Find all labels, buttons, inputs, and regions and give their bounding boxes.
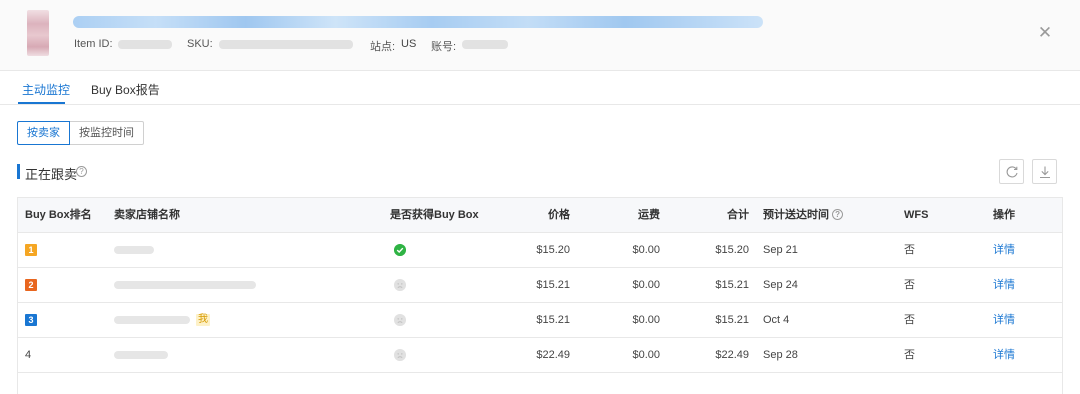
col-wfs: WFS bbox=[904, 209, 929, 221]
product-thumbnail bbox=[27, 10, 49, 56]
details-link[interactable]: 详情 bbox=[993, 268, 1015, 302]
account-value-redacted bbox=[462, 40, 508, 49]
wfs-cell: 否 bbox=[904, 314, 915, 326]
sad-face-icon bbox=[394, 314, 406, 327]
shipping-cell: $0.00 bbox=[632, 314, 660, 326]
wfs-cell: 否 bbox=[904, 349, 915, 361]
table-row: 3 我 $15.21 $0.00 $15.21 Oct 4 否 详情 bbox=[18, 303, 1062, 338]
active-tab-indicator bbox=[18, 102, 65, 104]
delivery-cell: Oct 4 bbox=[763, 314, 790, 326]
table-row: 4 $22.49 $0.00 $22.49 Sep 28 否 详情 bbox=[18, 338, 1062, 373]
total-cell: $22.49 bbox=[715, 349, 749, 361]
col-shipping: 运费 bbox=[638, 209, 660, 221]
seller-name-redacted bbox=[114, 351, 168, 360]
total-cell: $15.21 bbox=[715, 279, 749, 291]
delivery-cell: Sep 28 bbox=[763, 349, 798, 361]
total-cell: $15.21 bbox=[715, 314, 749, 326]
shipping-cell: $0.00 bbox=[632, 349, 660, 361]
close-icon[interactable]: ✕ bbox=[1036, 24, 1054, 42]
col-won-buy-box: 是否获得Buy Box bbox=[390, 209, 479, 221]
seller-name-cell[interactable] bbox=[114, 233, 154, 267]
tab-buy-box-report[interactable]: Buy Box报告 bbox=[91, 81, 160, 98]
rank-cell: 3 bbox=[25, 303, 37, 337]
price-cell: $22.49 bbox=[536, 349, 570, 361]
sku-label: SKU: bbox=[187, 38, 213, 50]
total-cell: $15.20 bbox=[715, 244, 749, 256]
price-cell: $15.20 bbox=[536, 244, 570, 256]
wfs-cell: 否 bbox=[904, 244, 915, 256]
seller-name-redacted bbox=[114, 246, 154, 255]
seller-name-cell[interactable]: 我 bbox=[114, 303, 210, 337]
item-header: Item ID: SKU: 站点: US 账号: ✕ bbox=[0, 0, 1080, 71]
col-price: 价格 bbox=[548, 209, 570, 221]
shipping-cell: $0.00 bbox=[632, 279, 660, 291]
help-icon[interactable]: ? bbox=[76, 166, 87, 177]
delivery-cell: Sep 21 bbox=[763, 244, 798, 256]
sad-face-icon bbox=[394, 349, 406, 362]
seller-name-redacted bbox=[114, 281, 256, 290]
check-circle-icon bbox=[394, 244, 406, 257]
shipping-cell: $0.00 bbox=[632, 244, 660, 256]
delivery-cell: Sep 24 bbox=[763, 279, 798, 291]
item-id-label: Item ID: bbox=[74, 38, 113, 50]
me-badge: 我 bbox=[196, 314, 210, 327]
rank-badge: 2 bbox=[25, 279, 37, 292]
seller-name-cell[interactable] bbox=[114, 338, 168, 372]
site-value: US bbox=[401, 38, 417, 50]
refresh-icon bbox=[1006, 166, 1018, 178]
rank-cell: 4 bbox=[25, 338, 31, 372]
wfs-cell: 否 bbox=[904, 279, 915, 291]
col-actions: 操作 bbox=[993, 209, 1015, 221]
refresh-button[interactable] bbox=[999, 159, 1024, 184]
tab-bar: 主动监控 Buy Box报告 bbox=[0, 71, 1080, 105]
help-icon[interactable]: ? bbox=[832, 209, 844, 220]
col-total: 合计 bbox=[727, 209, 749, 221]
buy-box-status-cell bbox=[394, 268, 406, 302]
buy-box-status-cell bbox=[394, 233, 406, 267]
toggle-by-seller[interactable]: 按卖家 bbox=[17, 121, 70, 145]
col-buy-box-rank: Buy Box排名 bbox=[25, 209, 92, 221]
table-header: Buy Box排名 卖家店铺名称 是否获得Buy Box 价格 运费 合计 预计… bbox=[18, 198, 1062, 233]
tab-active-monitoring[interactable]: 主动监控 bbox=[22, 81, 70, 98]
rank-cell: 1 bbox=[25, 233, 37, 267]
table-row: 1 $15.20 $0.00 $15.20 Sep 21 否 详情 bbox=[18, 233, 1062, 268]
section-title-bar bbox=[17, 164, 20, 179]
buy-box-status-cell bbox=[394, 338, 406, 372]
section-title: 正在跟卖 bbox=[25, 167, 78, 182]
table-row: 2 $15.21 $0.00 $15.21 Sep 24 否 详情 bbox=[18, 268, 1062, 303]
price-cell: $15.21 bbox=[536, 279, 570, 291]
seller-name-redacted bbox=[114, 316, 190, 325]
site-label: 站点: bbox=[370, 41, 396, 53]
buy-box-status-cell bbox=[394, 303, 406, 337]
download-icon bbox=[1040, 166, 1050, 179]
rank-badge: 4 bbox=[25, 349, 32, 362]
rank-badge: 3 bbox=[25, 314, 37, 327]
account-label: 账号: bbox=[431, 41, 457, 53]
rank-cell: 2 bbox=[25, 268, 37, 302]
download-button[interactable] bbox=[1032, 159, 1057, 184]
details-link[interactable]: 详情 bbox=[993, 233, 1015, 267]
item-id-value-redacted bbox=[118, 40, 172, 49]
rank-badge: 1 bbox=[25, 244, 37, 257]
sellers-table: Buy Box排名 卖家店铺名称 是否获得Buy Box 价格 运费 合计 预计… bbox=[17, 197, 1063, 394]
product-title-redacted[interactable] bbox=[73, 16, 763, 28]
seller-name-cell[interactable] bbox=[114, 268, 256, 302]
price-cell: $15.21 bbox=[536, 314, 570, 326]
col-seller-name: 卖家店铺名称 bbox=[114, 209, 180, 221]
details-link[interactable]: 详情 bbox=[993, 338, 1015, 372]
details-link[interactable]: 详情 bbox=[993, 303, 1015, 337]
toggle-by-monitor-time[interactable]: 按监控时间 bbox=[69, 121, 144, 145]
sku-value-redacted bbox=[219, 40, 353, 49]
col-est-delivery: 预计送达时间 ? bbox=[763, 198, 844, 232]
sad-face-icon bbox=[394, 279, 406, 292]
